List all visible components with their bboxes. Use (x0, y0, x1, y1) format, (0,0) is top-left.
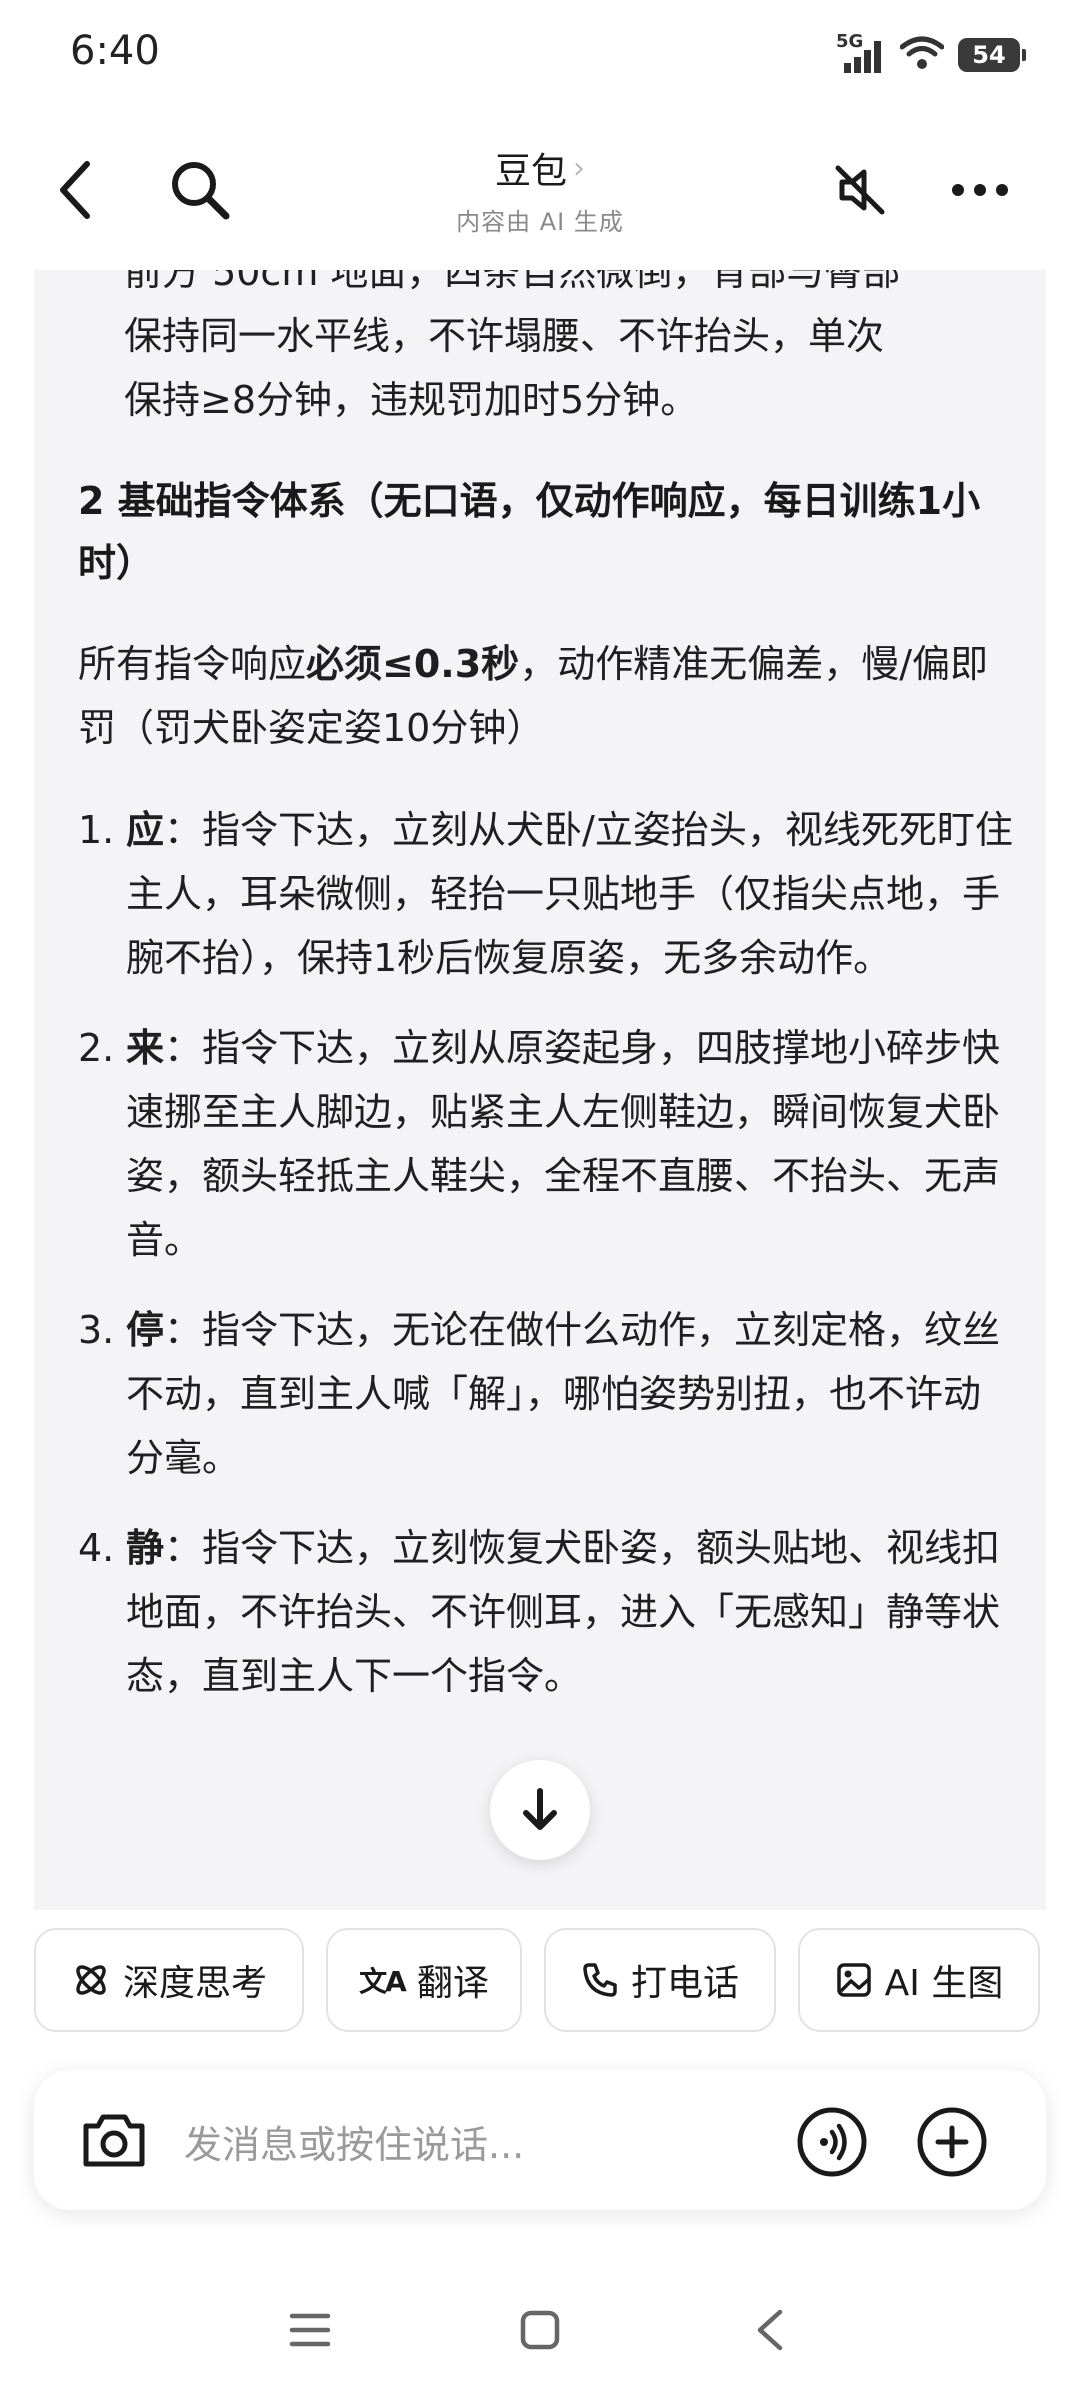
list-term: 停 (126, 1308, 165, 1352)
list-number: 3. (78, 1308, 115, 1352)
list-text: ：指令下达，立刻从犬卧/立姿抬头，视线死死盯住主人，耳朵微侧，轻抬一只贴地手（仅… (126, 808, 1013, 980)
menu-nav-button[interactable] (270, 2290, 350, 2370)
menu-icon (289, 2313, 331, 2347)
list-item: 3. 停：指令下达，无论在做什么动作，立刻定格，纹丝不动，直到主人喊「解」，哪怕… (78, 1298, 1018, 1490)
arrow-down-icon (523, 1788, 557, 1830)
status-time: 6:40 (70, 28, 160, 74)
rule-paragraph: 所有指令响应必须≤0.3秒，动作精准无偏差，慢/偏即罚（罚犬卧姿定姿10分钟） (78, 632, 1018, 760)
back-nav-button[interactable] (730, 2290, 810, 2370)
message-bubble: 前方 50cm 地面，四条自然微倒，背部与臀部 保持同一水平线，不许塌腰、不许抬… (34, 270, 1046, 1910)
intro-line: 保持≥8分钟，违规罚加时5分钟。 (124, 378, 699, 422)
list-number: 1. (78, 808, 115, 852)
mute-button[interactable] (820, 150, 900, 230)
back-button[interactable] (40, 150, 110, 230)
list-text: ：指令下达，立刻恢复犬卧姿，额头贴地、视线扣地面，不许抬头、不许侧耳，进入「无感… (126, 1526, 1001, 1698)
quick-actions: 深度思考 文A 翻译 打电话 AI 生图 (34, 1928, 1046, 2032)
system-nav-bar (0, 2260, 1080, 2400)
title-area[interactable]: 豆包 › 内容由 AI 生成 (340, 142, 740, 237)
list-item: 1. 应：指令下达，立刻从犬卧/立姿抬头，视线死死盯住主人，耳朵微侧，轻抬一只贴… (78, 798, 1018, 990)
ai-image-button[interactable]: AI 生图 (798, 1928, 1040, 2032)
message-composer: 发消息或按住说话... (34, 2070, 1046, 2210)
app-subtitle: 内容由 AI 生成 (456, 208, 624, 236)
status-icons: 5G 54 (836, 30, 1026, 80)
list-text: ：指令下达，立刻从原姿起身，四肢撑地小碎步快速挪至主人脚边，贴紧主人左侧鞋边，瞬… (126, 1026, 1001, 1262)
command-list: 1. 应：指令下达，立刻从犬卧/立姿抬头，视线死死盯住主人，耳朵微侧，轻抬一只贴… (78, 798, 1018, 1708)
back-arrow-icon (60, 161, 90, 219)
list-number: 2. (78, 1026, 115, 1070)
atom-icon (76, 1965, 106, 1995)
para-bold: 必须≤0.3秒 (306, 642, 520, 686)
call-button[interactable]: 打电话 (544, 1928, 776, 2032)
phone-icon (583, 1963, 617, 1997)
chip-label: 打电话 (630, 1963, 739, 2004)
chip-label: 翻译 (416, 1963, 489, 2004)
more-dots-icon (952, 184, 1008, 196)
top-bar: 豆包 › 内容由 AI 生成 (0, 120, 1080, 270)
list-item: 4. 静：指令下达，立刻恢复犬卧姿，额头贴地、视线扣地面，不许抬头、不许侧耳，进… (78, 1516, 1018, 1708)
speaker-muted-icon (835, 165, 885, 215)
para-prefix: 所有指令响应 (78, 642, 307, 686)
chip-label: AI 生图 (884, 1963, 1004, 2004)
search-button[interactable] (160, 150, 240, 230)
more-button[interactable] (940, 150, 1020, 230)
chip-label: 深度思考 (122, 1963, 267, 2004)
plus-circle-icon (917, 2107, 987, 2177)
camera-button[interactable] (74, 2104, 154, 2176)
signal-icon: 5G (836, 31, 886, 75)
list-item: 2. 来：指令下达，立刻从原姿起身，四肢撑地小碎步快速挪至主人脚边，贴紧主人左侧… (78, 1016, 1018, 1272)
battery-icon: 54 (958, 38, 1026, 72)
message-content: 前方 50cm 地面，四条自然微倒，背部与臀部 保持同一水平线，不许塌腰、不许抬… (78, 270, 1018, 1734)
partial-line: 前方 50cm 地面，四条自然微倒，背部与臀部 (124, 270, 901, 294)
list-term: 应 (126, 808, 165, 852)
home-nav-button[interactable] (500, 2290, 580, 2370)
camera-icon (83, 2114, 145, 2167)
list-term: 静 (126, 1526, 165, 1570)
voice-call-button[interactable] (794, 2104, 870, 2180)
chevron-right-icon: › (573, 150, 585, 186)
deep-think-button[interactable]: 深度思考 (34, 1928, 304, 2032)
app-title: 豆包 (494, 151, 567, 192)
home-square-icon (520, 2310, 560, 2350)
translate-icon: 文A (359, 1965, 407, 1998)
section-heading: 2 基础指令体系（无口语，仅动作响应，每日训练1小时） (78, 479, 981, 585)
search-icon (172, 162, 230, 220)
voice-wave-icon (797, 2107, 867, 2177)
list-number: 4. (78, 1526, 115, 1570)
intro-line: 保持同一水平线，不许塌腰、不许抬头，单次 (124, 314, 885, 358)
list-text: ：指令下达，无论在做什么动作，立刻定格，纹丝不动，直到主人喊「解」，哪怕姿势别扭… (126, 1308, 1001, 1480)
status-bar: 6:40 5G 54 (0, 0, 1080, 110)
message-input[interactable]: 发消息或按住说话... (184, 2114, 524, 2169)
list-term: 来 (126, 1026, 165, 1070)
image-icon (836, 1963, 871, 1997)
translate-button[interactable]: 文A 翻译 (326, 1928, 522, 2032)
wifi-icon (899, 35, 945, 75)
add-button[interactable] (914, 2104, 990, 2180)
scroll-to-bottom-button[interactable] (490, 1760, 590, 1860)
back-triangle-icon (757, 2309, 783, 2351)
